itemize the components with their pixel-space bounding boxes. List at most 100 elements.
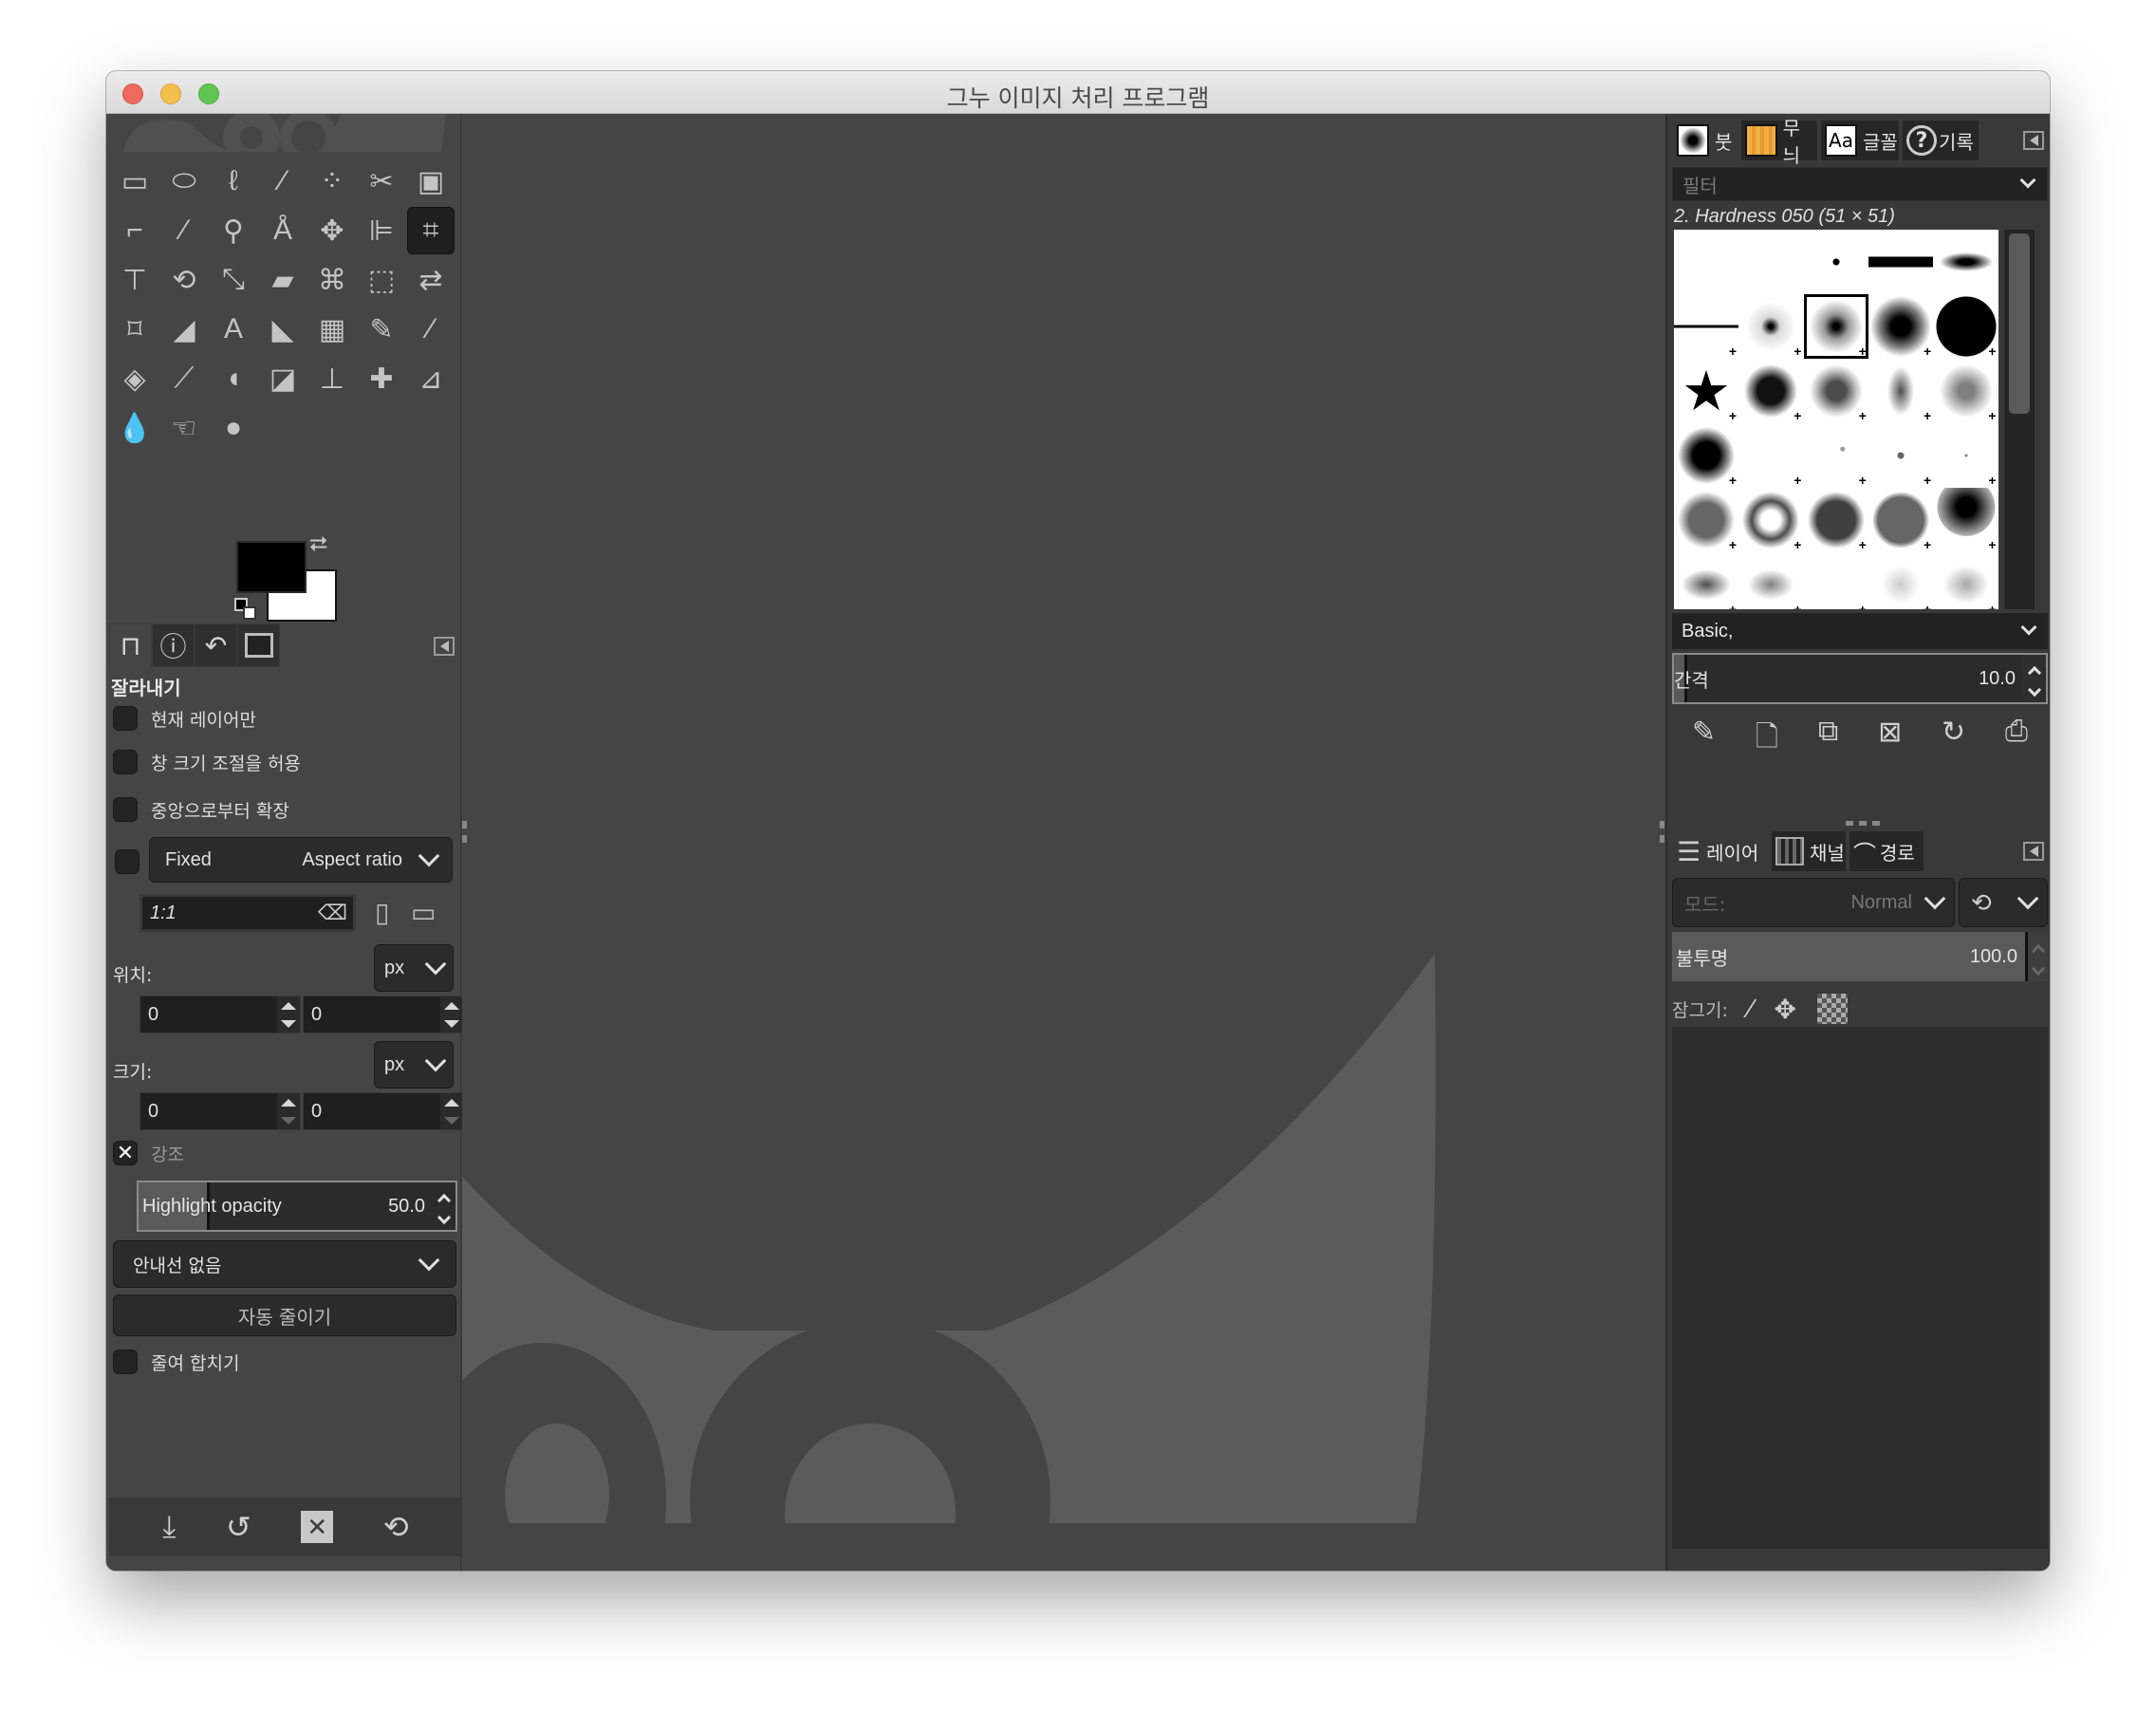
brush-thumbnail[interactable]: + [1868, 359, 1934, 423]
tool-warp-transform[interactable]: ⌘ [308, 256, 356, 304]
brush-thumbnail[interactable]: + [1868, 423, 1934, 488]
size-unit-dropdown[interactable]: px [374, 1041, 454, 1089]
tool-rect-select[interactable]: ▭ [111, 158, 158, 205]
tool-align[interactable]: ⊫ [358, 207, 405, 254]
brush-thumbnail[interactable]: + [1933, 359, 1998, 423]
tool-measure[interactable]: Å [259, 207, 307, 254]
brush-thumbnail[interactable] [1803, 230, 1868, 294]
position-x-spinbutton[interactable]: 0 [139, 996, 301, 1033]
tool-flip[interactable]: ⇄ [407, 256, 455, 304]
brush-thumbnail[interactable]: + [1674, 488, 1738, 552]
brush-filter-input[interactable]: 필터 [1672, 167, 2048, 201]
brush-thumbnail[interactable] [1674, 230, 1738, 294]
tool-free-select[interactable]: ℓ [210, 158, 257, 205]
brush-thumbnail[interactable]: + [1803, 488, 1868, 552]
brush-thumbnail[interactable]: + [1868, 294, 1934, 359]
opacity-stepper[interactable] [2025, 932, 2048, 981]
dock-separator-handle[interactable] [1846, 821, 1880, 826]
configure-layers-tab-icon[interactable] [2023, 842, 2044, 861]
brush-thumbnail[interactable]: ★ + [1674, 359, 1738, 423]
brush-thumbnail[interactable]: + [1933, 294, 1998, 359]
brush-thumbnail[interactable]: + [1738, 294, 1804, 359]
expand-from-center-checkbox[interactable] [113, 797, 138, 822]
open-brush-as-image-icon[interactable]: ⎙ [2005, 716, 2028, 764]
brush-thumbnail[interactable]: + [1803, 423, 1868, 488]
brush-thumbnail[interactable]: + [1933, 552, 1998, 609]
size-height-spinbutton[interactable]: 0 [303, 1092, 464, 1130]
tab-history[interactable]: ? 기록 [1902, 120, 1979, 161]
tool-shear[interactable]: ▰ [259, 256, 307, 304]
brush-thumbnail[interactable]: + [1674, 294, 1738, 359]
tool-3d-transform[interactable]: ⬚ [358, 256, 405, 304]
tool-scissors-select[interactable]: ✂ [358, 158, 405, 205]
position-y-spinbutton[interactable]: 0 [303, 996, 464, 1033]
brush-thumbnail[interactable]: + [1868, 552, 1934, 609]
raise-layer-icon[interactable]: ∧ [1777, 1566, 1798, 1571]
restore-preset-icon[interactable]: ↺ [226, 1509, 251, 1545]
tool-color-picker[interactable]: ⁄ [160, 207, 208, 254]
brush-thumbnail[interactable]: + [1933, 423, 1998, 488]
image-canvas[interactable] [462, 114, 1665, 1571]
new-layer-icon[interactable]: 🗋 [1683, 1566, 1706, 1571]
tool-zoom[interactable]: ⚲ [210, 207, 257, 254]
spacing-stepper[interactable] [2023, 655, 2046, 702]
tab-brushes[interactable]: 붓 [1672, 120, 1738, 161]
brush-thumbnail[interactable]: + [1803, 359, 1868, 423]
lock-alpha-icon[interactable] [1817, 994, 1848, 1024]
highlight-checkbox[interactable]: ✕ [113, 1141, 138, 1165]
brush-thumbnail[interactable]: + [1738, 423, 1803, 488]
highlight-opacity-slider[interactable]: Highlight opacity 50.0 [137, 1181, 457, 1232]
tool-move[interactable]: ✥ [308, 207, 356, 254]
guides-dropdown[interactable]: 안내선 없음 [113, 1240, 456, 1288]
new-brush-icon[interactable]: 🗋 [1756, 716, 1778, 764]
tool-text[interactable]: A [210, 306, 257, 353]
duplicate-layer-icon[interactable]: ⧉ [1867, 1566, 1886, 1571]
duplicate-brush-icon[interactable]: ⧉ [1818, 716, 1838, 764]
clear-entry-icon[interactable]: ⌫ [318, 901, 347, 925]
tool-foreground-select[interactable]: ▣ [407, 158, 455, 205]
brush-thumbnail[interactable]: + [1674, 552, 1738, 609]
brush-thumbnail[interactable]: + [1868, 488, 1934, 552]
tool-rotate[interactable]: ⟲ [160, 256, 208, 304]
tool-pencil[interactable]: ✎ [358, 306, 405, 353]
tool-ellipse-select[interactable]: ⬭ [160, 158, 208, 205]
size-height-stepper[interactable] [440, 1093, 463, 1129]
tool-warp[interactable]: ◢ [160, 306, 208, 353]
current-layer-only-checkbox[interactable] [113, 706, 138, 731]
reset-options-icon[interactable]: ⟲ [383, 1509, 409, 1545]
tab-images[interactable] [237, 623, 280, 667]
delete-layer-icon[interactable]: ⊠ [2012, 1566, 2035, 1571]
position-y-stepper[interactable] [440, 996, 463, 1033]
brush-thumbnail[interactable]: + [1804, 552, 1868, 609]
layer-opacity-slider[interactable]: 불투명 100.0 [1672, 932, 2048, 981]
refresh-brushes-icon[interactable]: ↻ [1942, 716, 1965, 764]
tool-scale[interactable]: ⤡ [210, 256, 257, 304]
allow-growing-checkbox[interactable] [113, 750, 138, 774]
tool-dodge-burn[interactable]: ● [210, 404, 257, 452]
tool-ink[interactable]: ◖ [210, 355, 257, 402]
tab-tool-options[interactable]: ⊓ [109, 623, 152, 667]
layer-mode-dropdown[interactable]: 모드: Normal [1672, 878, 1955, 927]
tool-fuzzy-select[interactable]: ⁄ [259, 158, 307, 205]
chevron-down-icon[interactable] [2019, 172, 2036, 189]
brush-spacing-slider[interactable]: 간격 10.0 [1672, 653, 2048, 704]
tab-channels[interactable]: 채널 [1771, 830, 1847, 872]
tool-perspective-clone[interactable]: ⊿ [407, 355, 455, 402]
default-colors-icon[interactable] [234, 598, 257, 621]
tool-cage-transform[interactable]: ⌑ [111, 306, 158, 353]
brush-thumbnail[interactable]: + [1738, 488, 1804, 552]
portrait-icon[interactable]: ▯ [375, 897, 389, 928]
fixed-mode-dropdown[interactable]: Fixed Aspect ratio [149, 837, 453, 883]
tool-bucket-fill[interactable]: ◣ [259, 306, 307, 353]
tool-heal[interactable]: ✚ [358, 355, 405, 402]
scrollbar-thumb[interactable] [2009, 233, 2030, 414]
foreground-color-swatch[interactable] [236, 541, 307, 593]
new-layer-group-icon[interactable]: ⊞ [1730, 1566, 1754, 1571]
auto-shrink-button[interactable]: 자동 줄이기 [113, 1294, 456, 1336]
configure-tab-icon[interactable] [434, 637, 455, 656]
shrink-merged-checkbox[interactable] [113, 1349, 138, 1374]
tool-airbrush[interactable]: ⟋ [160, 355, 208, 402]
tab-layers[interactable]: ☰ 레이어 [1672, 830, 1769, 872]
layer-mask-icon[interactable]: ☺ [1960, 1566, 1989, 1571]
tool-clone[interactable]: ⊥ [308, 355, 356, 402]
